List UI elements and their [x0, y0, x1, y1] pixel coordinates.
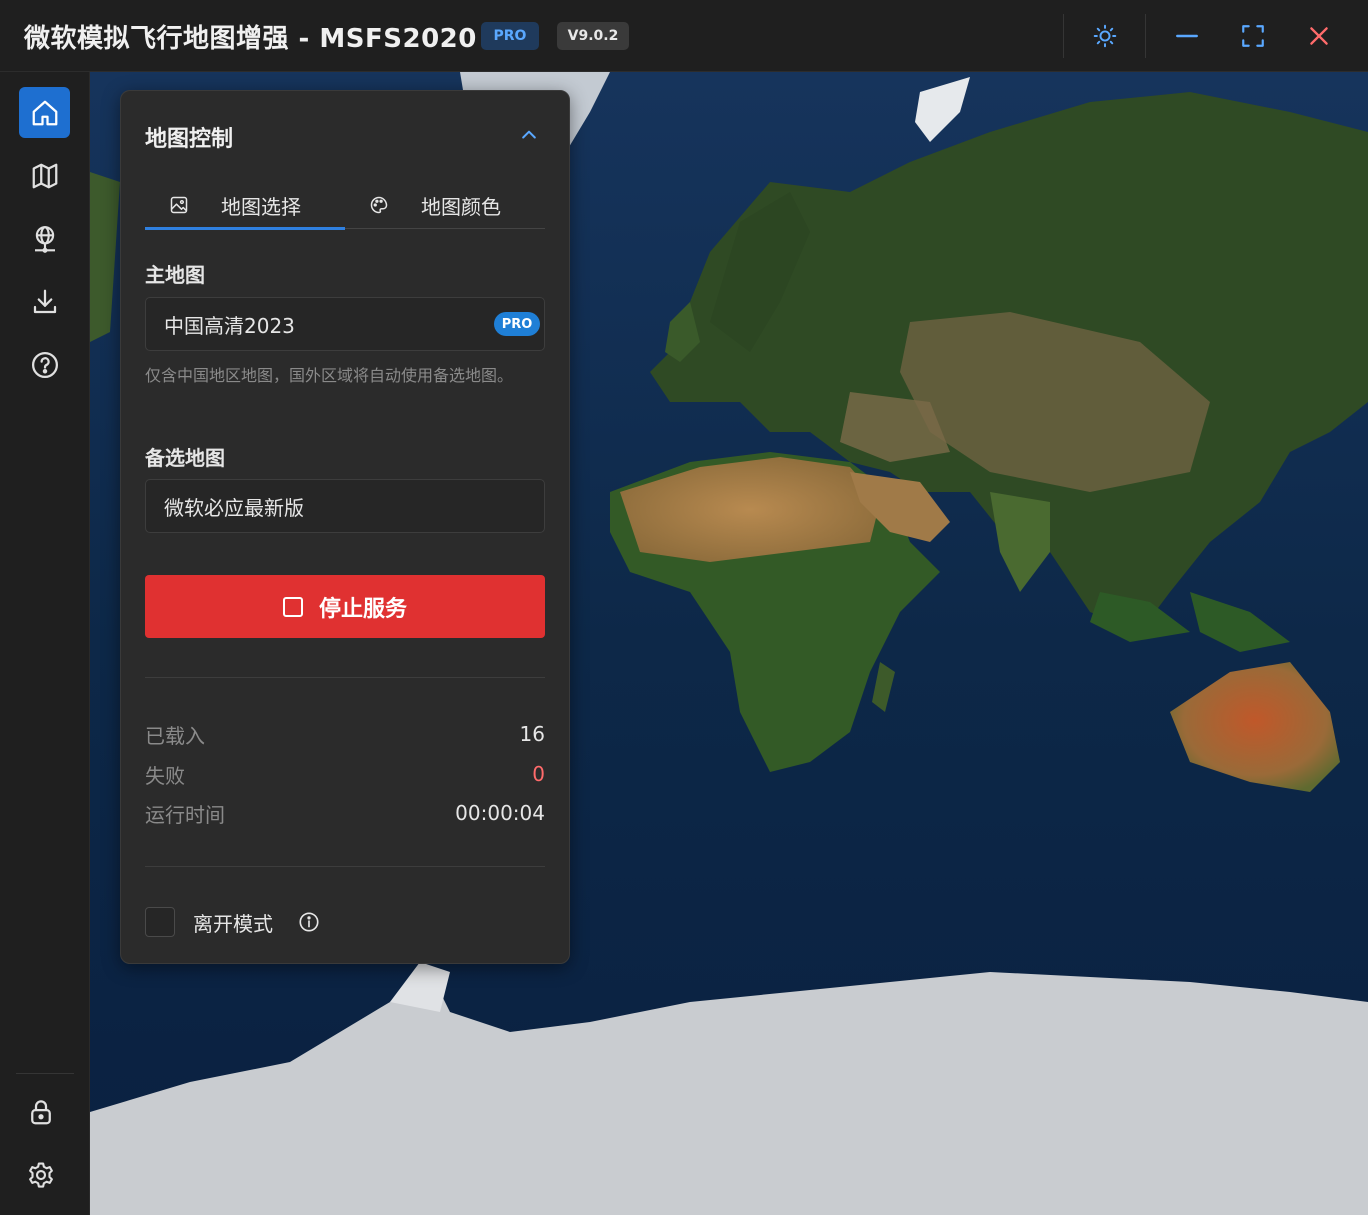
sidebar-divider	[16, 1073, 74, 1074]
stat-label: 失败	[145, 763, 185, 788]
chevron-up-icon	[522, 130, 536, 139]
stop-service-label: 停止服务	[318, 596, 407, 622]
close-icon	[1310, 27, 1328, 45]
globe-pin-icon	[34, 225, 55, 253]
main-map-select[interactable]: 中国高清2023 PRO	[145, 297, 545, 351]
main-map-value: 中国高清2023	[164, 313, 295, 338]
stat-label: 已载入	[145, 723, 205, 748]
edition-badge: PRO	[481, 22, 539, 50]
title-bar: 微软模拟飞行地图增强 - MSFS2020 PRO V9.0.2	[0, 0, 1368, 72]
main-map-hint: 仅含中国地区地图，国外区域将自动使用备选地图。	[145, 366, 514, 385]
close-button[interactable]	[1301, 18, 1337, 54]
backup-map-value: 微软必应最新版	[164, 495, 304, 520]
panel-title: 地图控制	[145, 127, 234, 152]
map-tabs: 地图选择 地图颜色	[145, 181, 545, 230]
help-icon	[31, 351, 58, 378]
stat-failed: 失败 0	[145, 759, 545, 789]
info-icon	[299, 912, 319, 932]
nav-map[interactable]	[19, 150, 70, 201]
away-mode-label: 离开模式	[193, 912, 273, 936]
fullscreen-button[interactable]	[1235, 18, 1271, 54]
sun-icon	[1093, 24, 1117, 48]
pro-badge: PRO	[494, 312, 540, 336]
theme-toggle-button[interactable]	[1087, 18, 1123, 54]
nav-lock[interactable]	[15, 1086, 66, 1137]
home-icon	[32, 100, 57, 125]
version-badge: V9.0.2	[557, 22, 629, 50]
stat-runtime: 运行时间 00:00:04	[145, 798, 545, 828]
tab-map-select[interactable]: 地图选择	[145, 181, 345, 230]
tab-label: 地图颜色	[421, 194, 501, 219]
collapse-button[interactable]	[517, 123, 541, 147]
nav-download[interactable]	[19, 276, 70, 327]
download-icon	[33, 289, 56, 313]
minimize-button[interactable]	[1169, 18, 1205, 54]
backup-map-select[interactable]: 微软必应最新版	[145, 479, 545, 533]
image-icon	[170, 196, 188, 214]
main-map-label: 主地图	[145, 263, 205, 287]
stat-value: 00:00:04	[455, 801, 545, 825]
stat-value: 16	[519, 722, 545, 746]
map-icon	[32, 163, 57, 188]
app-title: 微软模拟飞行地图增强 - MSFS2020	[24, 24, 477, 54]
away-mode-info-button[interactable]	[297, 910, 321, 934]
divider	[145, 866, 545, 867]
tab-label: 地图选择	[221, 194, 301, 219]
away-mode-checkbox[interactable]	[145, 907, 175, 937]
tab-map-color[interactable]: 地图颜色	[345, 181, 545, 229]
lock-icon	[30, 1099, 51, 1124]
nav-settings[interactable]	[15, 1149, 66, 1200]
map-control-panel: 地图控制 地图选择 地图颜色 主地图 中国高清2023 PRO 仅含中国地区地图…	[120, 90, 570, 964]
stat-label: 运行时间	[145, 802, 225, 827]
nav-help[interactable]	[19, 339, 70, 390]
nav-location[interactable]	[19, 213, 70, 264]
titlebar-divider	[1145, 14, 1146, 58]
fullscreen-icon	[1242, 25, 1264, 47]
gear-icon	[28, 1161, 53, 1188]
backup-map-label: 备选地图	[145, 446, 225, 470]
stop-service-button[interactable]: 停止服务	[145, 575, 545, 638]
minimize-icon	[1176, 34, 1198, 38]
divider	[145, 677, 545, 678]
sidebar-nav	[0, 72, 90, 1215]
stat-value: 0	[532, 762, 545, 786]
nav-home[interactable]	[19, 87, 70, 138]
stat-loaded: 已载入 16	[145, 719, 545, 749]
titlebar-divider	[1063, 14, 1064, 58]
palette-icon	[370, 196, 388, 214]
stop-icon	[282, 596, 303, 617]
